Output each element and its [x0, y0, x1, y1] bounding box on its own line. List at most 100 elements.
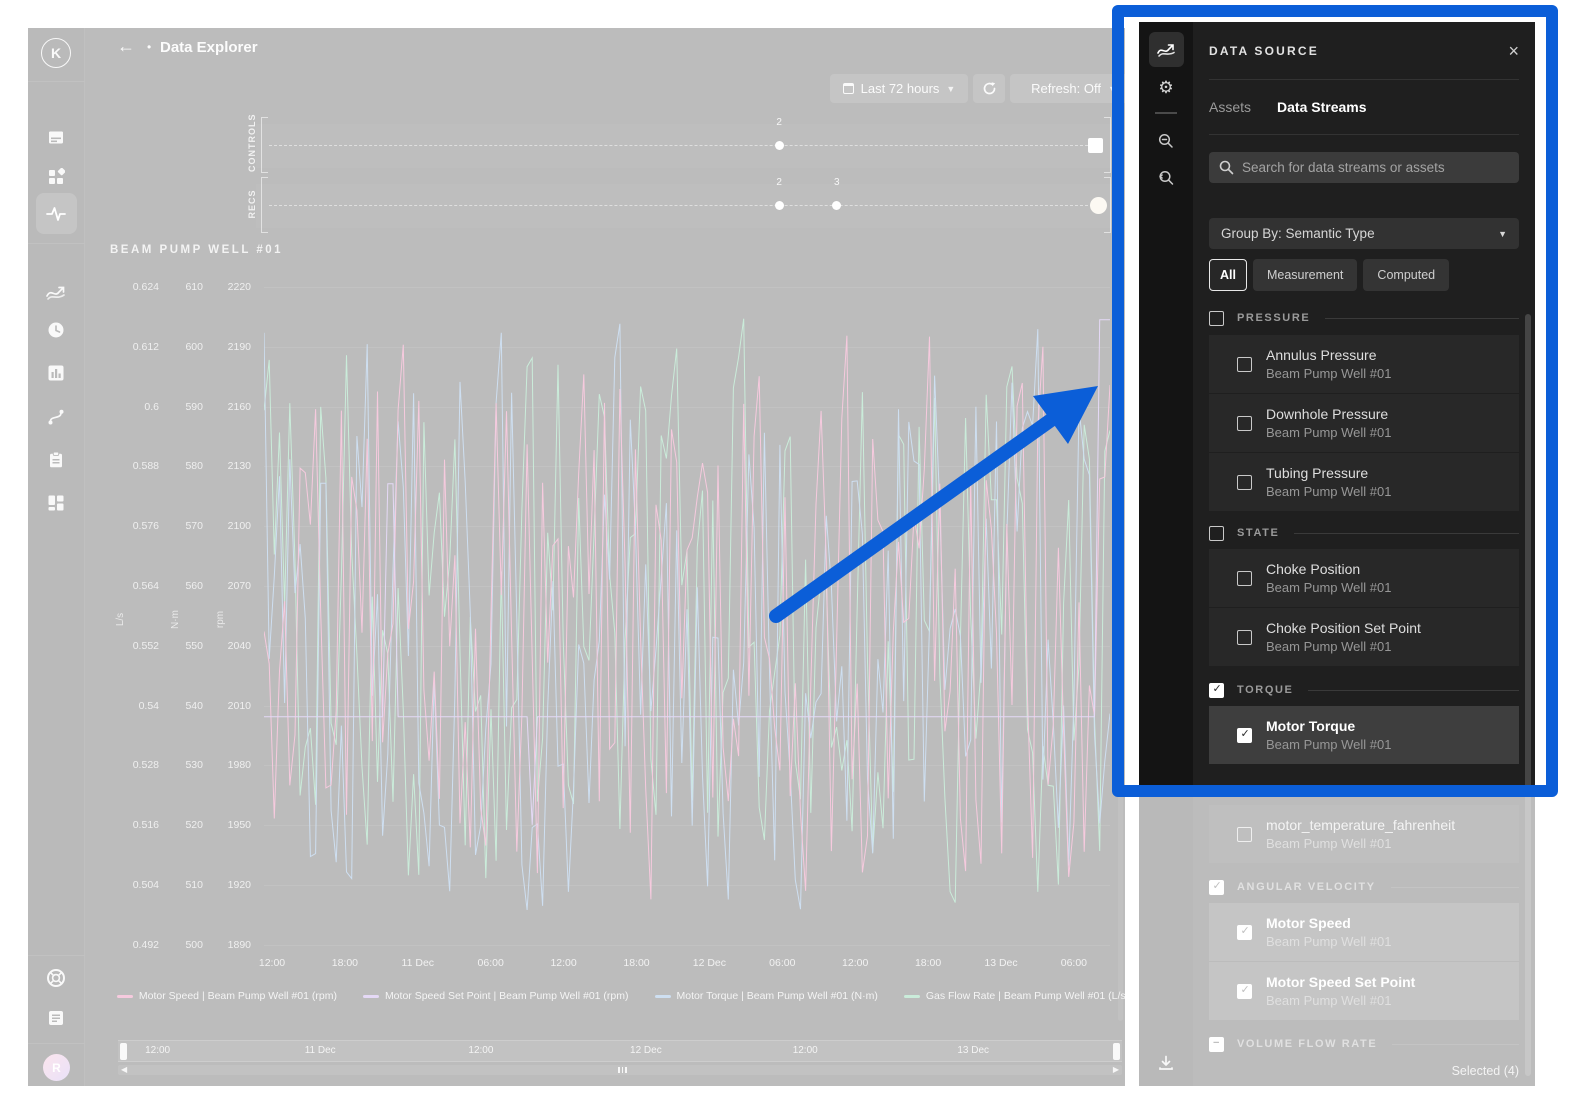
stream-title: Motor Speed [1266, 915, 1392, 931]
legend-item[interactable]: Motor Torque | Beam Pump Well #01 (N·m) [655, 990, 878, 1002]
widgets-icon[interactable] [47, 168, 65, 186]
y-tick-label: 550 [151, 640, 203, 652]
lane-timeline [269, 145, 1103, 146]
divider [28, 1043, 85, 1044]
legend-swatch [904, 995, 920, 998]
checkbox-checked[interactable] [1237, 984, 1252, 999]
checkbox-checked[interactable] [1237, 925, 1252, 940]
search-box[interactable] [1209, 152, 1519, 183]
y-tick-label: 2040 [199, 640, 251, 652]
brand-logo[interactable]: K [41, 38, 71, 68]
download-icon[interactable] [1158, 1055, 1175, 1072]
tab-data-streams[interactable]: Data Streams [1277, 99, 1367, 115]
user-avatar[interactable]: R [43, 1054, 70, 1081]
section-divider [1308, 690, 1519, 691]
zoom-reset-icon[interactable] [1158, 170, 1174, 186]
data-stream-card[interactable]: Choke Position Beam Pump Well #01 [1209, 549, 1519, 607]
y-tick-label: 2100 [199, 520, 251, 532]
section-checkbox-indeterminate[interactable] [1209, 1037, 1224, 1052]
current-event-marker[interactable] [1090, 197, 1107, 214]
clipboard-icon[interactable] [47, 451, 65, 469]
y-tick-label: 520 [151, 819, 203, 831]
data-stream-card-selected[interactable]: Motor Speed Set Point Beam Pump Well #01 [1209, 962, 1519, 1020]
lane-label: CONTROLS [247, 116, 257, 172]
legend-item[interactable]: Motor Speed Set Point | Beam Pump Well #… [363, 990, 629, 1002]
legend-label: Motor Speed Set Point | Beam Pump Well #… [385, 990, 629, 1002]
stream-title: Choke Position Set Point [1266, 620, 1421, 636]
section-checkbox-checked[interactable] [1209, 683, 1224, 698]
legend-label: Gas Flow Rate | Beam Pump Well #01 (L/s) [926, 990, 1125, 1002]
y-tick-label: 2130 [199, 460, 251, 472]
group-by-select[interactable]: Group By: Semantic Type ▼ [1209, 218, 1519, 249]
app-sidebar: K [28, 28, 85, 1086]
divider [28, 955, 85, 956]
settings-gear-icon[interactable]: ⚙ [1158, 78, 1173, 98]
close-icon[interactable]: × [1508, 42, 1519, 60]
calendar-icon[interactable] [47, 128, 65, 146]
lane-bracket-left [261, 177, 268, 233]
y-axis-unit: N·m [170, 610, 181, 629]
panel-icon-rail: ⚙ [1139, 22, 1193, 1086]
section-divider [1392, 1044, 1519, 1045]
filter-computed[interactable]: Computed [1363, 259, 1449, 291]
page-title: Data Explorer [160, 39, 258, 56]
zoom-out-icon[interactable] [1158, 133, 1174, 149]
section-checkbox[interactable] [1209, 526, 1224, 541]
event-marker[interactable] [775, 201, 784, 210]
section-name: STATE [1237, 527, 1279, 539]
search-input[interactable] [1242, 160, 1509, 175]
checkbox-checked[interactable] [1237, 728, 1252, 743]
stream-asset: Beam Pump Well #01 [1266, 425, 1392, 440]
clock-history-icon[interactable] [47, 321, 65, 339]
data-stream-card[interactable]: Downhole Pressure Beam Pump Well #01 [1209, 394, 1519, 452]
section-checkbox-checked[interactable] [1209, 880, 1224, 895]
section-checkbox[interactable] [1209, 311, 1224, 326]
activity-pulse-icon[interactable] [46, 204, 66, 224]
checkbox[interactable] [1237, 475, 1252, 490]
trend-chart-icon[interactable] [1157, 43, 1175, 57]
trend-lines-icon[interactable] [46, 285, 66, 301]
y-tick-label: 500 [151, 939, 203, 951]
chevron-down-icon: ▼ [1498, 229, 1507, 239]
dashboard-tiles-icon[interactable] [47, 494, 65, 512]
stream-asset: Beam Pump Well #01 [1266, 737, 1392, 752]
event-count-label: 2 [776, 177, 782, 188]
data-stream-card[interactable]: Choke Position Set Point Beam Pump Well … [1209, 608, 1519, 666]
checkbox[interactable] [1237, 827, 1252, 842]
legend-label: Motor Speed | Beam Pump Well #01 (rpm) [139, 990, 337, 1002]
event-marker[interactable] [775, 141, 784, 150]
current-event-marker[interactable] [1088, 138, 1103, 153]
event-marker[interactable] [832, 201, 841, 210]
data-stream-card-selected[interactable]: Motor Torque Beam Pump Well #01 [1209, 706, 1519, 764]
checkbox[interactable] [1237, 630, 1252, 645]
y-tick-label: 590 [151, 401, 203, 413]
bar-chart-icon[interactable] [47, 364, 65, 382]
filter-all[interactable]: All [1209, 259, 1247, 291]
checkbox[interactable] [1237, 571, 1252, 586]
release-notes-icon[interactable] [48, 1010, 65, 1027]
checkbox[interactable] [1237, 357, 1252, 372]
lane-bracket-right [1104, 117, 1111, 173]
filter-measurement[interactable]: Measurement [1253, 259, 1357, 291]
stream-title: motor_temperature_fahrenheit [1266, 817, 1455, 833]
stream-asset: Beam Pump Well #01 [1266, 836, 1455, 851]
back-arrow-icon[interactable]: ← [117, 36, 135, 57]
data-stream-card[interactable]: Annulus Pressure Beam Pump Well #01 [1209, 335, 1519, 393]
breadcrumb-dot: • [147, 40, 151, 54]
section-header-pressure: PRESSURE [1209, 306, 1519, 330]
legend-swatch [117, 995, 133, 998]
legend-item[interactable]: Motor Speed | Beam Pump Well #01 (rpm) [117, 990, 337, 1002]
data-stream-card[interactable]: Tubing Pressure Beam Pump Well #01 [1209, 453, 1519, 511]
help-lifebuoy-icon[interactable] [47, 969, 66, 988]
tab-assets[interactable]: Assets [1209, 99, 1251, 115]
checkbox[interactable] [1237, 416, 1252, 431]
panel-scrollbar[interactable] [1525, 314, 1531, 1076]
data-stream-card[interactable]: motor_temperature_fahrenheit Beam Pump W… [1209, 805, 1519, 863]
legend-item[interactable]: Gas Flow Rate | Beam Pump Well #01 (L/s) [904, 990, 1125, 1002]
data-stream-card-selected[interactable]: Motor Speed Beam Pump Well #01 [1209, 903, 1519, 961]
flow-path-icon[interactable] [47, 408, 65, 426]
stream-asset: Beam Pump Well #01 [1266, 484, 1392, 499]
panel-body: DATA SOURCE × Assets Data Streams Group … [1193, 22, 1535, 1086]
y-tick-label: 510 [151, 879, 203, 891]
section-divider [1325, 318, 1519, 319]
